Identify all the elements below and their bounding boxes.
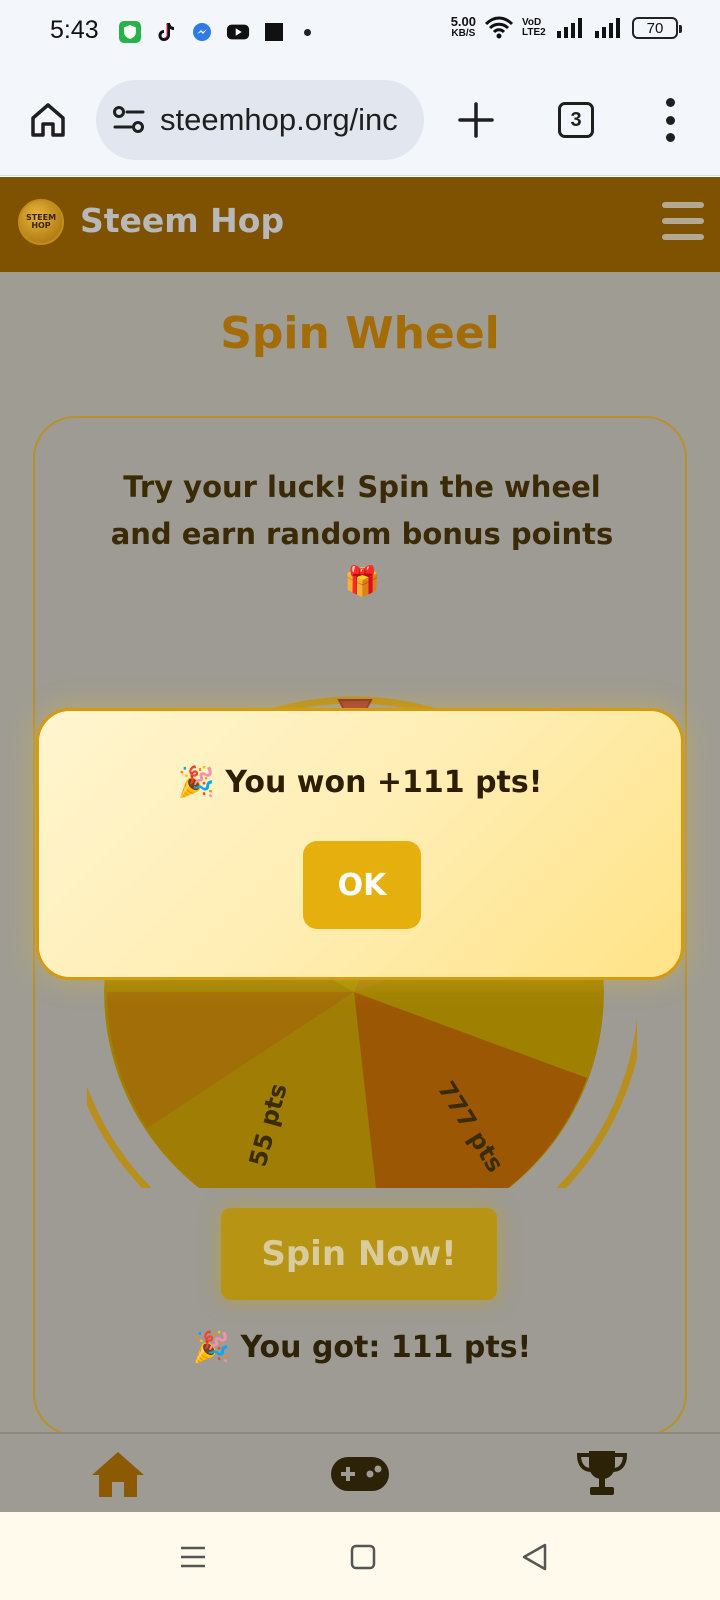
- win-message: 🎉 You won +111 pts!: [177, 765, 543, 800]
- more-notifications-dot: [304, 28, 311, 36]
- browser-toolbar: steemhop.org/inc 3: [0, 64, 720, 176]
- net-speed-value: 5.00: [450, 14, 476, 29]
- home-icon[interactable]: [88, 1446, 148, 1502]
- site-logo[interactable]: STEEM HOP: [18, 199, 64, 245]
- status-bar: 5:43 5.00 KB/S VoD LTE2 70: [0, 0, 720, 64]
- wifi-icon: [484, 16, 514, 39]
- net-speed-unit: KB/S: [451, 28, 476, 39]
- site-header: STEEM HOP Steem Hop: [0, 177, 720, 272]
- hamburger-menu-icon[interactable]: [662, 202, 704, 240]
- url-text[interactable]: steemhop.org/inc: [160, 102, 410, 138]
- home-icon[interactable]: [28, 100, 68, 140]
- notification-icons: [118, 20, 311, 44]
- messenger-icon: [190, 20, 214, 44]
- status-right: 5.00 KB/S VoD LTE2 70: [450, 14, 682, 40]
- page-title: Spin Wheel: [220, 308, 500, 359]
- signal-icon-1: [557, 18, 582, 38]
- trophy-icon[interactable]: [572, 1446, 632, 1502]
- bottom-nav: [0, 1432, 720, 1512]
- home-button-icon[interactable]: [348, 1542, 378, 1572]
- spin-intro-text: Try your luck! Spin the wheel and earn r…: [110, 470, 614, 598]
- logo-text: STEEM HOP: [25, 213, 57, 230]
- youtube-icon: [226, 20, 250, 44]
- gamepad-icon[interactable]: [330, 1446, 390, 1502]
- square-app-icon: [262, 20, 286, 44]
- tab-switcher-button[interactable]: 3: [558, 102, 594, 138]
- volte-badge: VoD LTE2: [522, 17, 546, 38]
- battery-indicator: 70: [632, 17, 682, 39]
- ok-button[interactable]: OK: [303, 841, 421, 929]
- site-settings-icon[interactable]: [112, 104, 146, 136]
- spin-result-text: 🎉 You got: 111 pts!: [192, 1330, 532, 1365]
- android-nav-bar: [0, 1512, 720, 1600]
- site-title[interactable]: Steem Hop: [80, 201, 284, 240]
- tiktok-icon: [154, 20, 178, 44]
- browser-menu-icon[interactable]: [664, 98, 676, 142]
- net-speed: 5.00 KB/S: [450, 14, 476, 40]
- signal-icon-2: [595, 18, 620, 38]
- spin-now-button[interactable]: Spin Now!: [221, 1208, 497, 1300]
- recent-apps-icon[interactable]: [178, 1542, 208, 1572]
- shield-app-icon: [118, 20, 142, 44]
- back-icon[interactable]: [520, 1542, 550, 1572]
- win-dialog: 🎉 You won +111 pts! OK: [36, 708, 684, 980]
- address-bar[interactable]: steemhop.org/inc: [96, 80, 424, 160]
- status-time: 5:43: [50, 16, 99, 44]
- new-tab-icon[interactable]: [456, 100, 496, 140]
